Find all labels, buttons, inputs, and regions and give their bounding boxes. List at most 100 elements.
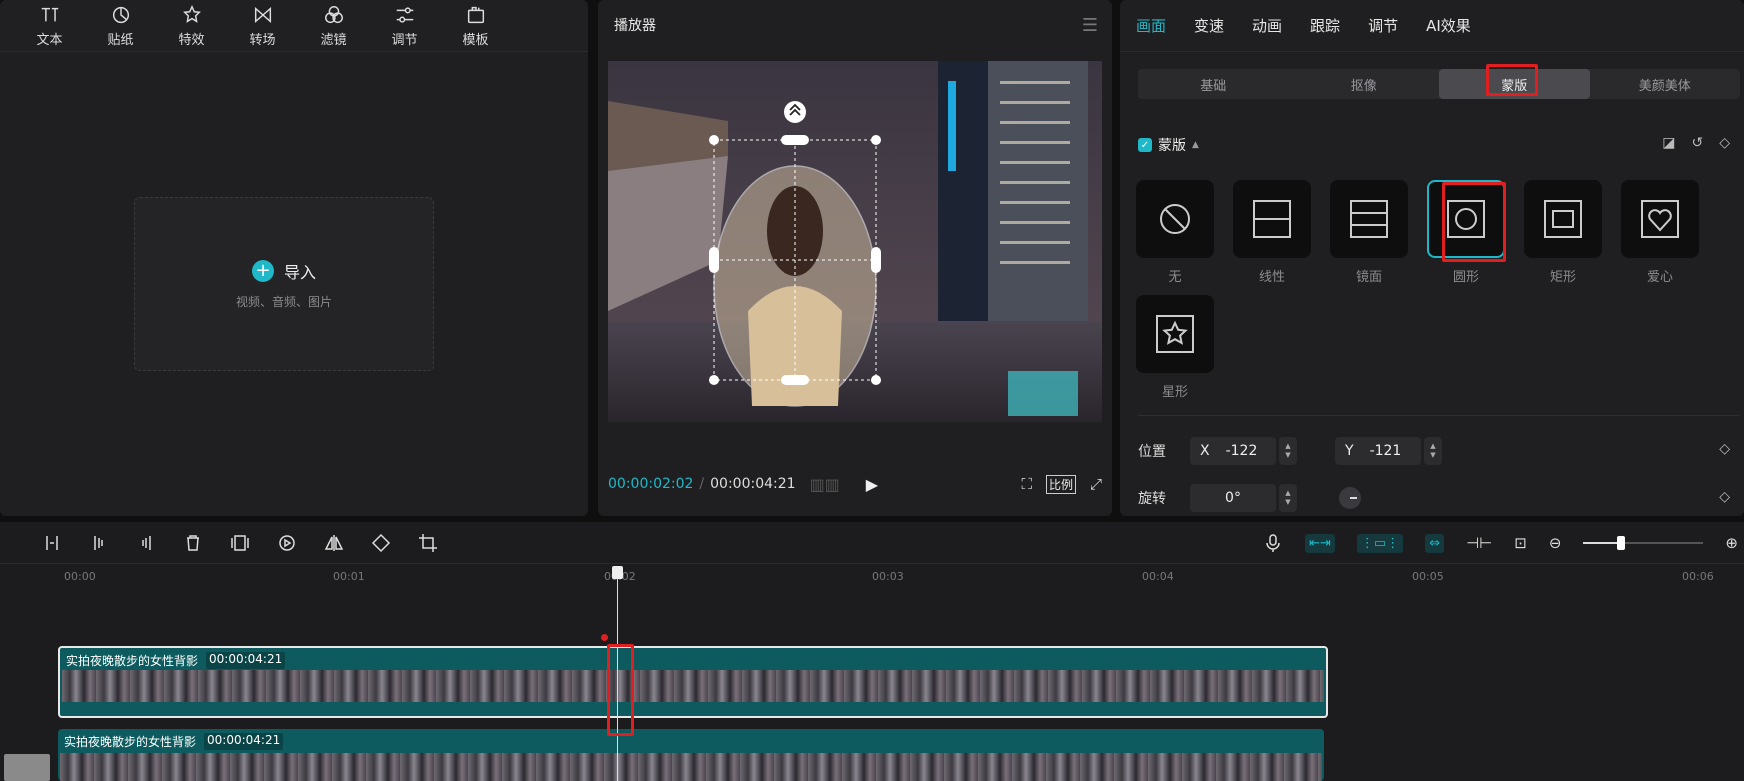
import-dropzone[interactable]: + 导入 视频、音频、图片 bbox=[134, 197, 434, 371]
marker-dot bbox=[601, 634, 608, 641]
video-preview[interactable] bbox=[608, 61, 1102, 422]
clip-thumbnails bbox=[60, 753, 1322, 781]
menu-icon[interactable]: ☰ bbox=[1082, 15, 1098, 36]
microphone-icon[interactable] bbox=[1263, 533, 1283, 553]
mirror-icon[interactable] bbox=[324, 533, 344, 553]
fit-icon[interactable]: ⛶ bbox=[1021, 475, 1032, 493]
player-panel: 播放器 ☰ 00:00:02:02 / 00:00:04:21 ▥▥ ▶ ⛶ 比… bbox=[598, 0, 1112, 516]
mask-none[interactable]: 无 bbox=[1136, 180, 1214, 285]
import-hint: 视频、音频、图片 bbox=[235, 294, 332, 309]
mask-heart[interactable]: 爱心 bbox=[1621, 180, 1699, 285]
delete-icon[interactable] bbox=[183, 533, 203, 553]
crop-icon[interactable] bbox=[418, 533, 438, 553]
effects-icon bbox=[182, 4, 201, 23]
chevron-up-icon: ▲ bbox=[1192, 140, 1199, 150]
position-y-field[interactable]: Y -121 bbox=[1335, 437, 1421, 465]
rotate-icon[interactable] bbox=[371, 533, 391, 553]
tab-transition[interactable]: 转场 bbox=[227, 0, 298, 51]
snap-icon[interactable]: ⋮▭⋮ bbox=[1356, 533, 1404, 553]
adjust-icon bbox=[396, 6, 413, 23]
fullscreen-icon[interactable]: ⤢ bbox=[1090, 475, 1102, 493]
tab-animation[interactable]: 动画 bbox=[1252, 15, 1282, 36]
rotation-keyframe-icon[interactable]: ◇ bbox=[1719, 489, 1730, 505]
player-title: 播放器 bbox=[614, 18, 656, 34]
sticker-icon bbox=[112, 6, 129, 23]
zoom-out-icon[interactable]: ⊖ bbox=[1549, 534, 1562, 552]
tab-ai-effects[interactable]: AI效果 bbox=[1426, 15, 1471, 36]
split-icon[interactable] bbox=[42, 533, 62, 553]
clip-duration: 00:00:04:21 bbox=[204, 733, 284, 750]
filter-icon bbox=[324, 5, 343, 23]
star-icon bbox=[1156, 315, 1194, 353]
tab-picture[interactable]: 画面 bbox=[1136, 15, 1166, 36]
tab-effects[interactable]: 特效 bbox=[156, 0, 227, 51]
media-panel: 文本 贴纸 特效 转场 滤镜 调节 模板 + 导入 视频、音频、图片 bbox=[0, 0, 588, 516]
mask-mirror[interactable]: 镜面 bbox=[1330, 180, 1408, 285]
rotation-dial[interactable] bbox=[1339, 487, 1361, 509]
link-main-icon[interactable]: ⇤⇥ bbox=[1305, 533, 1335, 553]
mirror-icon bbox=[1350, 200, 1388, 238]
split-left-icon[interactable] bbox=[89, 533, 109, 553]
mask-linear[interactable]: 线性 bbox=[1233, 180, 1311, 285]
tab-adjust[interactable]: 调节 bbox=[1368, 15, 1398, 36]
tab-adjust[interactable]: 调节 bbox=[369, 0, 440, 51]
rotation-label: 旋转 bbox=[1138, 491, 1166, 507]
preview-icon[interactable]: ⊡ bbox=[1514, 534, 1527, 552]
play-button[interactable]: ▶ bbox=[866, 475, 878, 494]
mask-actions: ◪ ↺ ◇ bbox=[1662, 135, 1730, 151]
clip-name: 实拍夜晚散步的女性背影 bbox=[66, 654, 199, 668]
time-ruler[interactable]: 00:00 00:01 00:02 00:03 00:04 00:05 00:0… bbox=[0, 566, 1744, 588]
rotation-stepper[interactable]: ▲ ▼ bbox=[1279, 484, 1297, 512]
tab-template[interactable]: 模板 bbox=[440, 0, 511, 51]
tool-tabs: 文本 贴纸 特效 转场 滤镜 调节 模板 bbox=[0, 0, 588, 52]
grid-icon[interactable]: ▥▥ bbox=[810, 475, 840, 494]
video-frame bbox=[608, 61, 1102, 422]
video-clip-main[interactable]: 实拍夜晚散步的女性背影 00:00:04:21 bbox=[58, 646, 1328, 718]
position-x-field[interactable]: X -122 bbox=[1190, 437, 1276, 465]
mask-section-header[interactable]: ✓ 蒙版 ▲ bbox=[1138, 135, 1199, 155]
reverse-icon[interactable] bbox=[277, 533, 297, 553]
import-label: 导入 bbox=[283, 262, 316, 282]
ratio-button[interactable]: 比例 bbox=[1045, 474, 1076, 494]
rectangle-icon bbox=[1544, 200, 1582, 238]
video-clip-secondary[interactable]: 实拍夜晚散步的女性背影 00:00:04:21 bbox=[58, 729, 1324, 781]
tab-filter[interactable]: 滤镜 bbox=[298, 0, 369, 51]
tab-text[interactable]: 文本 bbox=[14, 0, 85, 51]
template-icon bbox=[467, 6, 484, 23]
playhead-handle[interactable] bbox=[612, 566, 623, 579]
freeze-icon[interactable] bbox=[230, 533, 250, 553]
duration-timecode: 00:00:04:21 bbox=[710, 476, 796, 492]
sub-tabs: 基础 抠像 蒙版 美颜美体 bbox=[1138, 69, 1740, 99]
split-right-icon[interactable] bbox=[136, 533, 156, 553]
plus-icon: + bbox=[251, 259, 274, 282]
position-keyframe-icon[interactable]: ◇ bbox=[1719, 441, 1730, 457]
tab-tracking[interactable]: 跟踪 bbox=[1310, 15, 1340, 36]
subtab-basic[interactable]: 基础 bbox=[1138, 69, 1289, 99]
check-icon[interactable]: ✓ bbox=[1138, 138, 1152, 152]
position-row: 位置 X -122 ▲ ▼ Y -121 ▲ ▼ bbox=[1138, 437, 1442, 465]
link-icon[interactable]: ⇔ bbox=[1425, 533, 1445, 553]
player-controls: 00:00:02:02 / 00:00:04:21 ▥▥ ▶ ⛶ 比例 ⤢ bbox=[608, 474, 1102, 494]
mask-rectangle[interactable]: 矩形 bbox=[1524, 180, 1602, 285]
rotation-field[interactable]: 0° bbox=[1190, 484, 1276, 512]
text-icon bbox=[41, 7, 58, 21]
subtab-cutout[interactable]: 抠像 bbox=[1289, 69, 1440, 99]
transition-icon bbox=[254, 6, 271, 23]
invert-icon[interactable]: ◪ bbox=[1662, 135, 1675, 151]
properties-panel: 画面 变速 动画 跟踪 调节 AI效果 基础 抠像 蒙版 美颜美体 ✓ 蒙版 ▲… bbox=[1120, 0, 1744, 516]
linear-icon bbox=[1253, 200, 1291, 238]
position-x-stepper[interactable]: ▲ ▼ bbox=[1279, 437, 1297, 465]
position-y-stepper[interactable]: ▲ ▼ bbox=[1424, 437, 1442, 465]
center-icon[interactable]: ⊣⊢ bbox=[1466, 534, 1492, 552]
tab-speed[interactable]: 变速 bbox=[1194, 15, 1224, 36]
tab-sticker[interactable]: 贴纸 bbox=[85, 0, 156, 51]
highlight-box bbox=[1486, 64, 1538, 96]
keyframe-icon[interactable]: ◇ bbox=[1719, 135, 1730, 151]
track-cover-thumb[interactable] bbox=[4, 754, 50, 781]
clip-thumbnails bbox=[62, 670, 1324, 702]
zoom-in-icon[interactable]: ⊕ bbox=[1725, 534, 1738, 552]
subtab-beauty[interactable]: 美颜美体 bbox=[1590, 69, 1741, 99]
reset-icon[interactable]: ↺ bbox=[1691, 135, 1703, 151]
zoom-slider[interactable] bbox=[1583, 536, 1704, 550]
mask-star[interactable]: 星形 bbox=[1136, 295, 1214, 400]
